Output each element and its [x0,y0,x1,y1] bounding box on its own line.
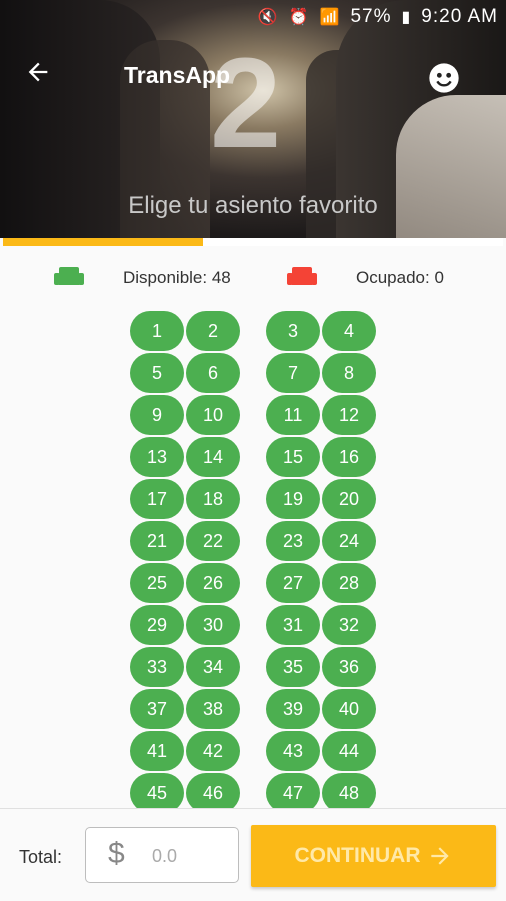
continue-button[interactable]: CONTINUAR [251,825,496,887]
seat-button[interactable]: 23 [266,521,320,561]
seat-button[interactable]: 36 [322,647,376,687]
seat-button[interactable]: 30 [186,605,240,645]
seat-button[interactable]: 38 [186,689,240,729]
seat-button[interactable]: 14 [186,437,240,477]
seat-button[interactable]: 32 [322,605,376,645]
seat-button[interactable]: 5 [130,353,184,393]
seat-button[interactable]: 25 [130,563,184,603]
seat-button[interactable]: 24 [322,521,376,561]
seat-button[interactable]: 9 [130,395,184,435]
seat-button[interactable]: 48 [322,773,376,813]
arrow-left-icon [28,62,48,82]
seat-button[interactable]: 47 [266,773,320,813]
seat-button[interactable]: 19 [266,479,320,519]
battery-icon: ▮ [401,9,412,26]
account-circle-icon [429,63,459,93]
app-bar: TransApp [0,52,506,102]
seat-button[interactable]: 39 [266,689,320,729]
seat-button[interactable]: 37 [130,689,184,729]
wifi-icon: 📶 [319,9,341,26]
back-button[interactable] [24,58,52,94]
total-field: $ 0.0 [85,827,239,883]
seat-button[interactable]: 26 [186,563,240,603]
occupied-count: Ocupado: 0 [356,268,444,287]
available-count: Disponible: 48 [123,268,231,287]
seat-button[interactable]: 27 [266,563,320,603]
seat-button[interactable]: 28 [322,563,376,603]
seat-button[interactable]: 16 [322,437,376,477]
seat-button[interactable]: 18 [186,479,240,519]
seat-button[interactable]: 41 [130,731,184,771]
seat-button[interactable]: 20 [322,479,376,519]
occupied-seat-icon [287,267,317,285]
seat-button[interactable]: 22 [186,521,240,561]
mute-icon: 🔇 [257,9,279,26]
header-background: 🔇 ⏰ 📶 57% ▮ 9:20 AM 2 TransApp Elige tu … [0,0,506,238]
seat-button[interactable]: 8 [322,353,376,393]
seat-button[interactable]: 1 [130,311,184,351]
alarm-icon: ⏰ [288,9,310,26]
seat-button[interactable]: 7 [266,353,320,393]
status-bar: 🔇 ⏰ 📶 57% ▮ 9:20 AM [258,6,498,28]
app-title: TransApp [124,62,231,88]
battery-percent: 57% [350,6,392,27]
legend-occupied [287,266,317,286]
seat-button[interactable]: 15 [266,437,320,477]
seat-button[interactable]: 35 [266,647,320,687]
seat-button[interactable]: 2 [186,311,240,351]
total-value: 0.0 [152,846,178,866]
legend-available [54,266,84,286]
seat-button[interactable]: 6 [186,353,240,393]
total-label: Total: [19,847,63,867]
seat-button[interactable]: 11 [266,395,320,435]
seat-button[interactable]: 21 [130,521,184,561]
arrow-right-icon [430,847,449,865]
seat-button[interactable]: 34 [186,647,240,687]
seat-button[interactable]: 43 [266,731,320,771]
seat-button[interactable]: 40 [322,689,376,729]
account-button[interactable] [428,62,460,94]
seat-button[interactable]: 42 [186,731,240,771]
seat-button[interactable]: 13 [130,437,184,477]
clock: 9:20 AM [421,6,498,27]
seat-button[interactable]: 10 [186,395,240,435]
seat-button[interactable]: 44 [322,731,376,771]
seat-button[interactable]: 17 [130,479,184,519]
seat-button[interactable]: 4 [322,311,376,351]
seat-button[interactable]: 31 [266,605,320,645]
seat-button[interactable]: 3 [266,311,320,351]
seat-button[interactable]: 45 [130,773,184,813]
seat-button[interactable]: 46 [186,773,240,813]
seat-button[interactable]: 12 [322,395,376,435]
seat-legend: Disponible: 48 Ocupado: 0 [0,266,506,292]
step-progress-bar [3,238,503,246]
step-subtitle: Elige tu asiento favorito [128,192,378,219]
continue-label: CONTINUAR [294,844,421,867]
progress-fill [3,238,203,246]
available-seat-icon [54,267,84,285]
dollar-icon: $ [108,837,125,870]
bottom-bar: Total: $ 0.0 CONTINUAR [0,808,506,901]
seat-button[interactable]: 33 [130,647,184,687]
seat-button[interactable]: 29 [130,605,184,645]
